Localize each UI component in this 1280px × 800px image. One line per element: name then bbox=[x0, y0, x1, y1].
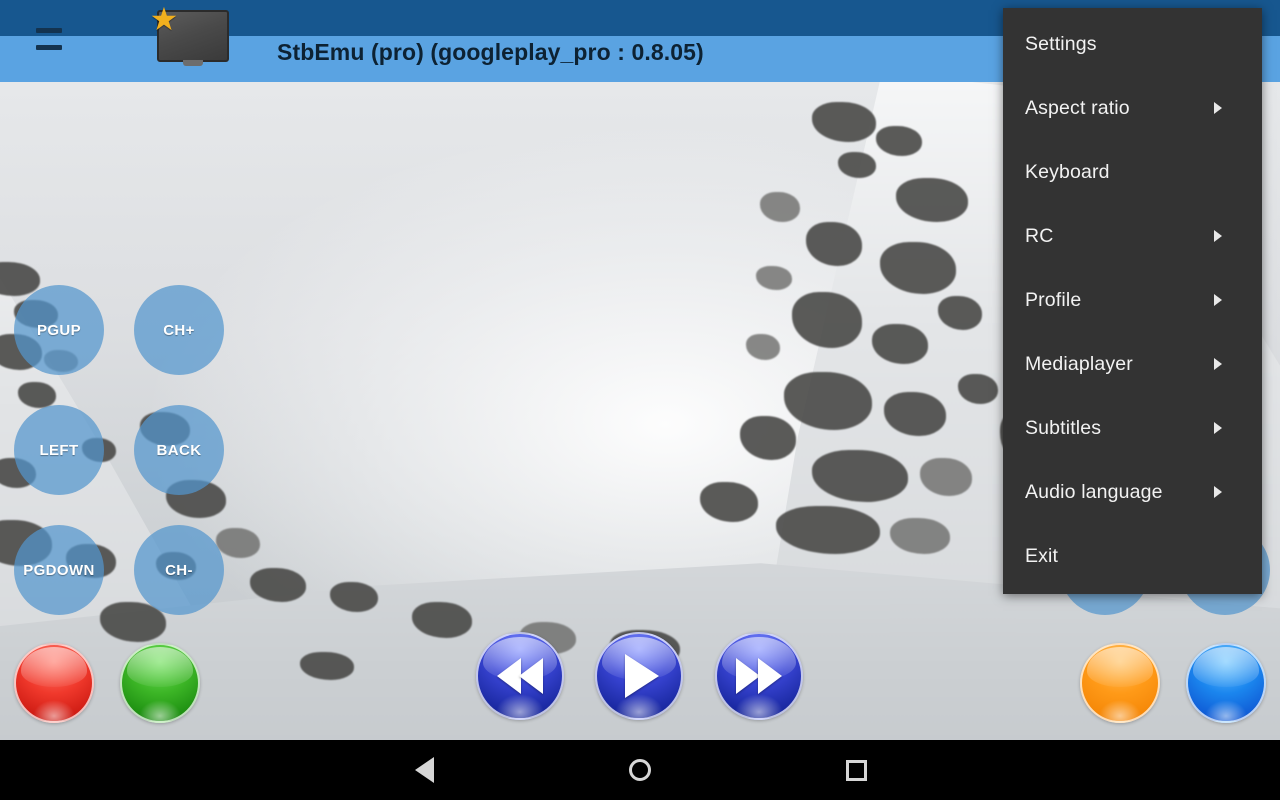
rc-button-label: CH+ bbox=[163, 321, 195, 339]
rc-button-pgdown[interactable]: PGDOWN bbox=[14, 525, 104, 615]
gloss-highlight bbox=[1192, 647, 1260, 687]
menu-item-label: RC bbox=[1025, 224, 1054, 247]
rock-patch bbox=[784, 372, 872, 430]
chevron-right-icon bbox=[1214, 422, 1222, 434]
app-title: StbEmu (pro) (googleplay_pro : 0.8.05) bbox=[277, 39, 704, 65]
gloss-glow bbox=[1098, 699, 1142, 721]
rc-button-label: LEFT bbox=[39, 441, 79, 459]
recents-square-icon[interactable] bbox=[796, 740, 916, 800]
overflow-popup-menu: Settings Aspect ratio Keyboard RC Profil… bbox=[1003, 8, 1262, 594]
color-button-blue[interactable] bbox=[1186, 643, 1266, 723]
chevron-right-icon bbox=[1214, 230, 1222, 242]
back-triangle-icon[interactable] bbox=[364, 740, 484, 800]
rock-patch bbox=[756, 266, 792, 290]
rock-patch bbox=[250, 568, 306, 602]
rc-button-label: BACK bbox=[156, 441, 202, 459]
chevron-right-icon bbox=[1214, 358, 1222, 370]
rc-button-back[interactable]: BACK bbox=[134, 405, 224, 495]
menu-item-label: Audio language bbox=[1025, 480, 1163, 503]
rock-patch bbox=[760, 192, 800, 222]
fast-forward-button[interactable] bbox=[715, 632, 803, 720]
menu-item-exit[interactable]: Exit bbox=[1003, 524, 1262, 588]
rewind-icon bbox=[497, 658, 543, 694]
menu-item-label: Keyboard bbox=[1025, 160, 1110, 183]
color-button-red[interactable] bbox=[14, 643, 94, 723]
gloss-highlight bbox=[1086, 647, 1154, 687]
rc-button-label: CH- bbox=[165, 561, 193, 579]
chevron-right-icon bbox=[1214, 102, 1222, 114]
android-screen: PGUP CH+ LEFT BACK PGDOWN CH- ★ StbEmu (… bbox=[0, 0, 1280, 800]
gloss-highlight bbox=[20, 647, 88, 687]
menu-item-audio-language[interactable]: Audio language bbox=[1003, 460, 1262, 524]
menu-item-keyboard[interactable]: Keyboard bbox=[1003, 140, 1262, 204]
menu-item-label: Profile bbox=[1025, 288, 1082, 311]
play-button[interactable] bbox=[595, 632, 683, 720]
gloss-glow bbox=[496, 694, 544, 718]
menu-item-mediaplayer[interactable]: Mediaplayer bbox=[1003, 332, 1262, 396]
rewind-button[interactable] bbox=[476, 632, 564, 720]
home-circle-icon[interactable] bbox=[580, 740, 700, 800]
gloss-glow bbox=[32, 699, 76, 721]
rc-button-channel-up[interactable]: CH+ bbox=[134, 285, 224, 375]
menu-item-aspect-ratio[interactable]: Aspect ratio bbox=[1003, 76, 1262, 140]
gloss-glow bbox=[138, 699, 182, 721]
rock-patch bbox=[746, 334, 780, 360]
rock-patch bbox=[700, 482, 758, 522]
rc-button-channel-down[interactable]: CH- bbox=[134, 525, 224, 615]
menu-item-label: Mediaplayer bbox=[1025, 352, 1133, 375]
rock-patch bbox=[806, 222, 862, 266]
rock-patch bbox=[740, 416, 796, 460]
rock-patch bbox=[792, 292, 862, 348]
menu-item-label: Subtitles bbox=[1025, 416, 1102, 439]
menu-item-label: Exit bbox=[1025, 544, 1059, 567]
play-icon bbox=[625, 654, 659, 698]
chevron-right-icon bbox=[1214, 486, 1222, 498]
android-navigation-bar bbox=[0, 740, 1280, 800]
rc-button-label: PGDOWN bbox=[23, 561, 95, 579]
color-button-orange[interactable] bbox=[1080, 643, 1160, 723]
rock-patch bbox=[216, 528, 260, 558]
menu-item-label: Aspect ratio bbox=[1025, 96, 1130, 119]
rc-button-left[interactable]: LEFT bbox=[14, 405, 104, 495]
gloss-glow bbox=[615, 694, 663, 718]
menu-item-profile[interactable]: Profile bbox=[1003, 268, 1262, 332]
rock-patch bbox=[0, 262, 40, 296]
menu-item-rc[interactable]: RC bbox=[1003, 204, 1262, 268]
menu-item-subtitles[interactable]: Subtitles bbox=[1003, 396, 1262, 460]
tv-star-icon: ★ bbox=[149, 3, 235, 76]
menu-item-settings[interactable]: Settings bbox=[1003, 12, 1262, 76]
rc-button-pgup[interactable]: PGUP bbox=[14, 285, 104, 375]
gloss-glow bbox=[1204, 699, 1248, 721]
rock-patch bbox=[812, 102, 876, 142]
rock-patch bbox=[838, 152, 876, 178]
gloss-highlight bbox=[126, 647, 194, 687]
menu-item-label: Settings bbox=[1025, 32, 1097, 55]
color-button-green[interactable] bbox=[120, 643, 200, 723]
chevron-right-icon bbox=[1214, 294, 1222, 306]
gloss-glow bbox=[735, 694, 783, 718]
rc-button-label: PGUP bbox=[36, 321, 82, 339]
hamburger-icon[interactable] bbox=[36, 28, 62, 50]
fast-forward-icon bbox=[736, 658, 782, 694]
